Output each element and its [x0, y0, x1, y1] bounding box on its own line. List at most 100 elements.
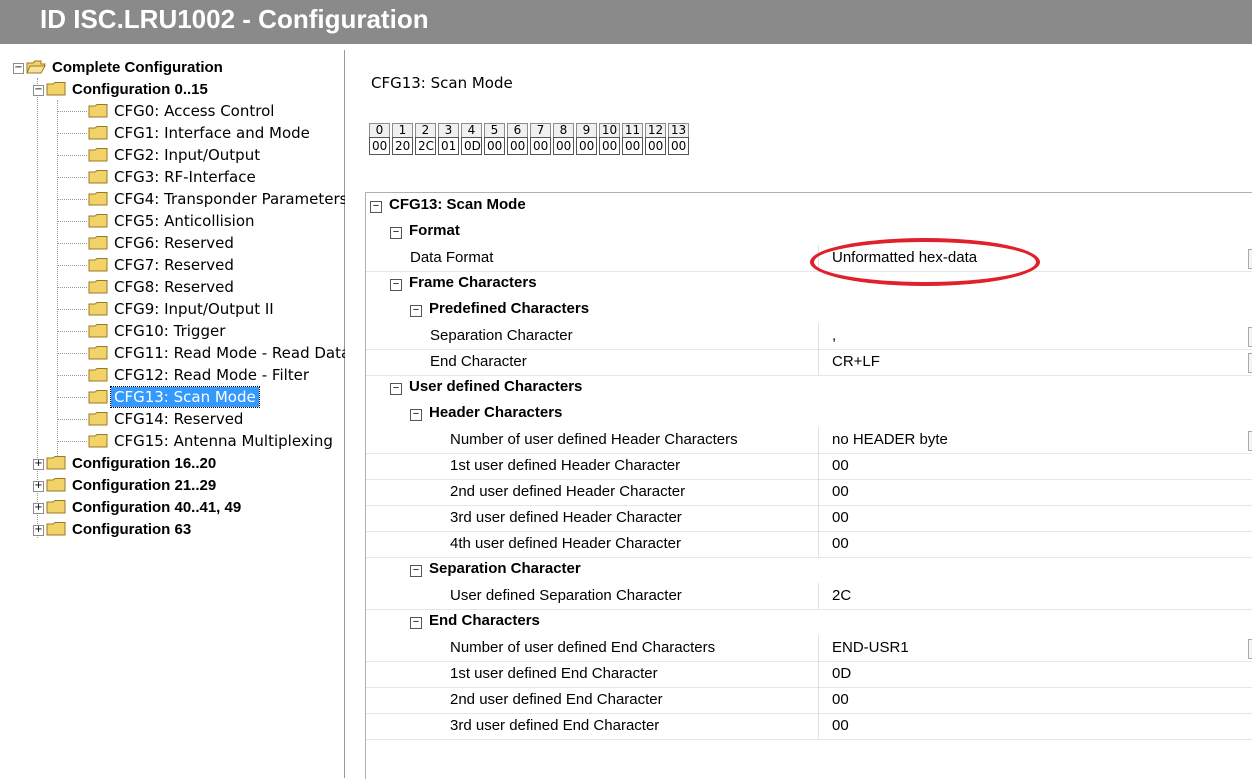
prop-value[interactable]: 00 — [832, 717, 849, 734]
collapse-icon[interactable]: − — [410, 305, 422, 317]
byte-cell[interactable]: 3 01 — [438, 123, 459, 155]
category-root[interactable]: − CFG13: Scan Mode — [366, 193, 1252, 219]
tree-group-collapsed[interactable]: Configuration 63 — [46, 518, 194, 540]
byte-value[interactable]: 00 — [484, 137, 505, 155]
byte-value[interactable]: 00 — [369, 137, 390, 155]
prop-data-format[interactable]: Data Format Unformatted hex-data — [366, 245, 1252, 272]
tree-item-cfg9[interactable]: CFG9: Input/Output II — [88, 298, 277, 320]
byte-value[interactable]: 00 — [530, 137, 551, 155]
tree-item-cfg5[interactable]: CFG5: Anticollision — [88, 210, 258, 232]
prop-value[interactable]: 0D — [832, 665, 851, 682]
category-end[interactable]: − End Characters — [366, 609, 1252, 635]
tree-item-cfg15[interactable]: CFG15: Antenna Multiplexing — [88, 430, 336, 452]
prop-value[interactable]: 00 — [832, 509, 849, 526]
byte-value[interactable]: 00 — [576, 137, 597, 155]
prop-value[interactable]: CR+LF — [832, 353, 880, 370]
prop-value[interactable]: 00 — [832, 535, 849, 552]
byte-value[interactable]: 0D — [461, 137, 482, 155]
tree-group-collapsed[interactable]: Configuration 16..20 — [46, 452, 219, 474]
prop-value[interactable]: 00 — [832, 457, 849, 474]
expand-icon[interactable]: + — [33, 503, 44, 514]
category-frame[interactable]: − Frame Characters — [366, 271, 1252, 297]
byte-cell[interactable]: 1 20 — [392, 123, 413, 155]
byte-cell[interactable]: 7 00 — [530, 123, 551, 155]
tree-item-cfg8[interactable]: CFG8: Reserved — [88, 276, 237, 298]
byte-cell[interactable]: 2 2C — [415, 123, 436, 155]
category-header[interactable]: − Header Characters — [366, 401, 1252, 427]
prop-end-3[interactable]: 3rd user defined End Character 00 — [366, 713, 1252, 740]
prop-header-4[interactable]: 4th user defined Header Character 00 — [366, 531, 1252, 558]
dropdown-button[interactable] — [1248, 353, 1252, 373]
tree-root[interactable]: Complete Configuration — [26, 56, 226, 78]
collapse-icon[interactable]: − — [410, 409, 422, 421]
dropdown-button[interactable] — [1248, 431, 1252, 451]
prop-value[interactable]: END-USR1 — [832, 639, 909, 656]
config-tree[interactable]: − Complete Configuration − Configuration… — [10, 50, 350, 778]
expand-icon[interactable]: + — [33, 459, 44, 470]
byte-cell[interactable]: 0 00 — [369, 123, 390, 155]
dropdown-button[interactable] — [1248, 249, 1252, 269]
property-grid[interactable]: − CFG13: Scan Mode − Format Data Format Un… — [365, 192, 1252, 779]
prop-user-separation[interactable]: User defined Separation Character 2C — [366, 583, 1252, 610]
prop-num-header[interactable]: Number of user defined Header Characters… — [366, 427, 1252, 454]
prop-num-end[interactable]: Number of user defined End Characters EN… — [366, 635, 1252, 662]
tree-item-cfg13[interactable]: CFG13: Scan Mode — [88, 386, 260, 408]
collapse-icon[interactable]: − — [390, 227, 402, 239]
byte-value[interactable]: 2C — [415, 137, 436, 155]
prop-separation-character[interactable]: Separation Character , — [366, 323, 1252, 350]
byte-value[interactable]: 00 — [622, 137, 643, 155]
tree-item-cfg3[interactable]: CFG3: RF-Interface — [88, 166, 259, 188]
tree-item-cfg10[interactable]: CFG10: Trigger — [88, 320, 228, 342]
expand-icon[interactable]: + — [33, 481, 44, 492]
expand-icon[interactable]: + — [33, 525, 44, 536]
tree-item-cfg6[interactable]: CFG6: Reserved — [88, 232, 237, 254]
byte-cell[interactable]: 13 00 — [668, 123, 689, 155]
byte-cell[interactable]: 4 0D — [461, 123, 482, 155]
prop-value[interactable]: 00 — [832, 691, 849, 708]
prop-value[interactable]: 00 — [832, 483, 849, 500]
byte-cell[interactable]: 8 00 — [553, 123, 574, 155]
tree-item-cfg12[interactable]: CFG12: Read Mode - Filter — [88, 364, 312, 386]
byte-value[interactable]: 00 — [599, 137, 620, 155]
category-user-defined[interactable]: − User defined Characters — [366, 375, 1252, 401]
tree-item-cfg11[interactable]: CFG11: Read Mode - Read Data — [88, 342, 353, 364]
collapse-root-icon[interactable]: − — [13, 63, 24, 74]
prop-value[interactable]: no HEADER byte — [832, 431, 948, 448]
byte-value[interactable]: 00 — [553, 137, 574, 155]
byte-value[interactable]: 00 — [668, 137, 689, 155]
category-separation[interactable]: − Separation Character — [366, 557, 1252, 583]
tree-group-collapsed[interactable]: Configuration 40..41, 49 — [46, 496, 244, 518]
collapse-icon[interactable]: − — [390, 279, 402, 291]
dropdown-button[interactable] — [1248, 639, 1252, 659]
dropdown-button[interactable] — [1248, 327, 1252, 347]
byte-cell[interactable]: 10 00 — [599, 123, 620, 155]
prop-header-3[interactable]: 3rd user defined Header Character 00 — [366, 505, 1252, 532]
prop-header-2[interactable]: 2nd user defined Header Character 00 — [366, 479, 1252, 506]
byte-cell[interactable]: 12 00 — [645, 123, 666, 155]
tree-item-cfg4[interactable]: CFG4: Transponder Parameters — [88, 188, 350, 210]
collapse-icon[interactable]: − — [410, 565, 422, 577]
byte-value[interactable]: 01 — [438, 137, 459, 155]
prop-header-1[interactable]: 1st user defined Header Character 00 — [366, 453, 1252, 480]
collapse-group-icon[interactable]: − — [33, 85, 44, 96]
tree-item-cfg2[interactable]: CFG2: Input/Output — [88, 144, 263, 166]
tree-item-cfg1[interactable]: CFG1: Interface and Mode — [88, 122, 313, 144]
byte-cell[interactable]: 6 00 — [507, 123, 528, 155]
byte-value[interactable]: 00 — [645, 137, 666, 155]
prop-value[interactable]: , — [832, 327, 836, 344]
byte-cell[interactable]: 11 00 — [622, 123, 643, 155]
tree-item-cfg14[interactable]: CFG14: Reserved — [88, 408, 246, 430]
prop-end-2[interactable]: 2nd user defined End Character 00 — [366, 687, 1252, 714]
byte-cell[interactable]: 5 00 — [484, 123, 505, 155]
prop-value[interactable]: 2C — [832, 587, 851, 604]
collapse-icon[interactable]: − — [370, 201, 382, 213]
byte-value[interactable]: 20 — [392, 137, 413, 155]
byte-cell[interactable]: 9 00 — [576, 123, 597, 155]
prop-end-1[interactable]: 1st user defined End Character 0D — [366, 661, 1252, 688]
prop-end-character[interactable]: End Character CR+LF — [366, 349, 1252, 376]
byte-editor[interactable]: 0 00 1 20 2 2C 3 01 4 0D 5 00 6 00 7 00 8 00 9 00 10 00 11 00 12… — [369, 123, 691, 155]
tree-item-cfg0[interactable]: CFG0: Access Control — [88, 100, 277, 122]
category-format[interactable]: − Format — [366, 219, 1252, 245]
tree-group-0-15[interactable]: Configuration 0..15 — [46, 78, 211, 100]
byte-value[interactable]: 00 — [507, 137, 528, 155]
